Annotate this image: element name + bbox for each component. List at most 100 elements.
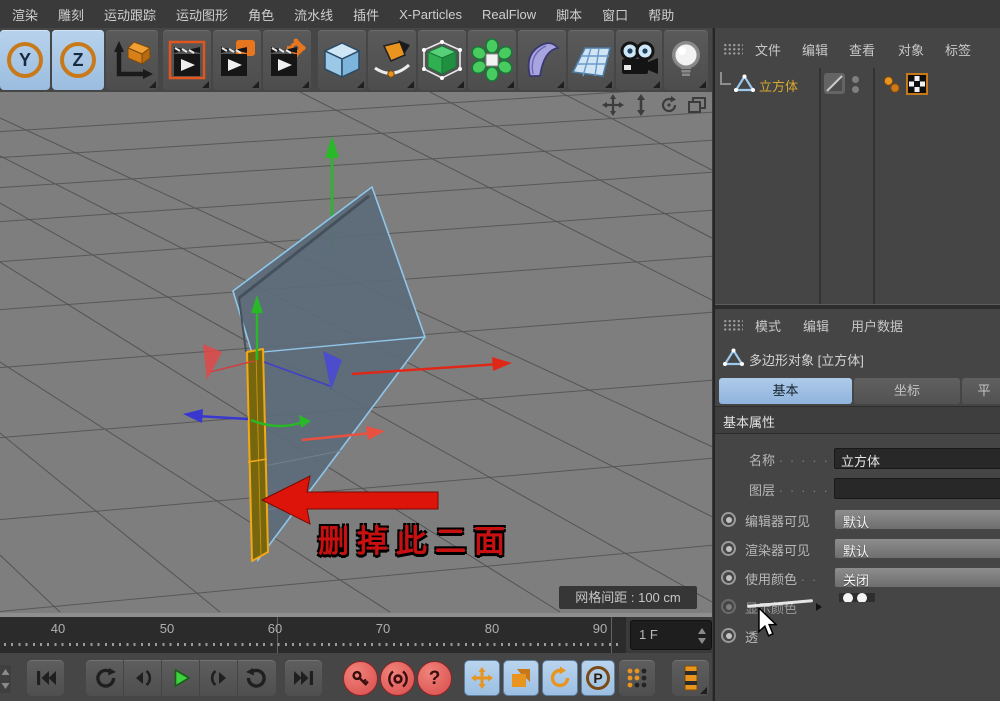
light-button[interactable] bbox=[664, 30, 708, 90]
next-key-button[interactable] bbox=[238, 660, 276, 696]
autokeying-button[interactable] bbox=[380, 661, 415, 696]
frame-spinner[interactable] bbox=[698, 627, 707, 645]
use-color-dropdown[interactable]: 关闭 bbox=[834, 567, 1000, 588]
menu-mograph[interactable]: 运动图形 bbox=[166, 5, 238, 24]
am-menu-mode[interactable]: 模式 bbox=[755, 316, 781, 335]
section-basic-properties[interactable]: 基本属性 bbox=[715, 406, 1000, 434]
deformer-button[interactable] bbox=[518, 30, 566, 90]
rotate-view-icon[interactable] bbox=[656, 94, 681, 116]
record-keyframes-button[interactable] bbox=[343, 661, 378, 696]
menu-sculpt[interactable]: 雕刻 bbox=[48, 5, 94, 24]
menu-render[interactable]: 渲染 bbox=[2, 5, 48, 24]
om-menu-edit[interactable]: 编辑 bbox=[802, 40, 828, 59]
layer-input[interactable] bbox=[834, 478, 1000, 499]
om-grip-icon[interactable] bbox=[723, 43, 743, 56]
menu-plugins[interactable]: 插件 bbox=[343, 5, 389, 24]
viewport-canvas[interactable]: 删掉此二面 网格间距 : 100 cm bbox=[0, 92, 712, 613]
camera-button[interactable] bbox=[616, 30, 662, 90]
panel-splitter[interactable] bbox=[715, 304, 1000, 309]
pan-view-icon[interactable] bbox=[600, 94, 625, 116]
menu-pipeline[interactable]: 流水线 bbox=[284, 5, 343, 24]
zoom-view-icon[interactable] bbox=[628, 94, 653, 116]
current-frame-field[interactable]: 1 F bbox=[630, 620, 712, 650]
playback-group bbox=[86, 660, 276, 696]
primitive-cube-button[interactable] bbox=[318, 30, 366, 90]
phong-tag-icon[interactable] bbox=[906, 73, 928, 95]
menu-xparticles[interactable]: X-Particles bbox=[389, 7, 472, 22]
menu-realflow[interactable]: RealFlow bbox=[472, 7, 546, 22]
name-input[interactable]: 立方体 bbox=[834, 448, 1000, 469]
menu-script[interactable]: 脚本 bbox=[546, 5, 592, 24]
axis-z-icon: Z bbox=[60, 42, 96, 78]
frame-label: 70 bbox=[376, 621, 390, 636]
am-menu-edit[interactable]: 编辑 bbox=[803, 316, 829, 335]
floor-button[interactable] bbox=[568, 30, 614, 90]
frame-label: 90 bbox=[593, 621, 607, 636]
goto-start-button[interactable] bbox=[27, 660, 64, 696]
render-view-button[interactable] bbox=[163, 30, 211, 90]
renderer-visibility-dropdown[interactable]: 默认 bbox=[834, 538, 1000, 559]
goto-end-button[interactable] bbox=[285, 660, 322, 696]
am-grip-icon[interactable] bbox=[723, 319, 743, 332]
selection-tag-icon[interactable] bbox=[881, 73, 903, 95]
frame-label: 50 bbox=[160, 621, 174, 636]
mograph-button[interactable] bbox=[468, 30, 516, 90]
help-button[interactable]: ? bbox=[417, 661, 452, 696]
play-button[interactable] bbox=[162, 660, 200, 696]
axis-y-lock-button[interactable]: Y bbox=[0, 30, 50, 90]
coordinate-system-button[interactable] bbox=[106, 30, 158, 90]
subdivision-surface-button[interactable] bbox=[418, 30, 466, 90]
editor-visibility-toggle[interactable] bbox=[721, 512, 736, 527]
timeline-spinner[interactable] bbox=[0, 665, 11, 693]
field-renderer-visibility: 渲染器可见 默认 bbox=[715, 537, 1000, 561]
am-menu-userdata[interactable]: 用户数据 bbox=[851, 316, 903, 335]
render-settings-button[interactable] bbox=[263, 30, 311, 90]
renderer-visibility-toggle[interactable] bbox=[721, 541, 736, 556]
render-visibility-dot[interactable] bbox=[852, 86, 859, 93]
record-scale-button[interactable] bbox=[503, 660, 539, 696]
previous-key-button[interactable] bbox=[86, 660, 124, 696]
render-picture-viewer-icon bbox=[216, 38, 258, 82]
transparency-toggle[interactable] bbox=[721, 628, 736, 643]
menu-character[interactable]: 角色 bbox=[238, 5, 284, 24]
display-color-toggle[interactable] bbox=[721, 599, 736, 614]
om-menu-file[interactable]: 文件 bbox=[755, 40, 781, 59]
om-menu-object[interactable]: 对象 bbox=[898, 40, 924, 59]
menu-window[interactable]: 窗口 bbox=[592, 5, 638, 24]
main-menubar: 渲染 雕刻 运动跟踪 运动图形 角色 流水线 插件 X-Particles Re… bbox=[0, 0, 1000, 28]
om-menu-tags[interactable]: 标签 bbox=[945, 40, 971, 59]
editor-visibility-dropdown[interactable]: 默认 bbox=[834, 509, 1000, 530]
record-position-button[interactable] bbox=[464, 660, 500, 696]
layer-swatch-icon[interactable] bbox=[823, 72, 846, 95]
object-row[interactable]: 立方体 bbox=[715, 70, 1000, 98]
tab-coordinates[interactable]: 坐标 bbox=[854, 378, 960, 404]
point-level-animation-button[interactable] bbox=[619, 660, 655, 696]
use-color-toggle[interactable] bbox=[721, 570, 736, 585]
tab-basic[interactable]: 基本 bbox=[719, 378, 852, 404]
keyframe-selection-button[interactable] bbox=[672, 660, 709, 696]
frame-marker[interactable] bbox=[277, 617, 278, 653]
menu-help[interactable]: 帮助 bbox=[638, 5, 684, 24]
frame-label: 40 bbox=[51, 621, 65, 636]
rotate-icon bbox=[548, 666, 572, 690]
om-menu-view[interactable]: 查看 bbox=[849, 40, 875, 59]
tab-phong[interactable]: 平 bbox=[962, 378, 1000, 404]
record-rotation-button[interactable] bbox=[542, 660, 578, 696]
display-color-partial-swatch[interactable] bbox=[839, 589, 875, 602]
record-parameter-button[interactable]: P bbox=[581, 660, 615, 696]
display-color-arrow[interactable] bbox=[816, 603, 822, 611]
axis-z-lock-button[interactable]: Z bbox=[52, 30, 104, 90]
toggle-layout-icon[interactable] bbox=[684, 94, 709, 116]
editor-visibility-dot[interactable] bbox=[852, 76, 859, 83]
axis-y-icon: Y bbox=[7, 42, 43, 78]
render-picture-viewer-button[interactable] bbox=[213, 30, 261, 90]
object-name[interactable]: 立方体 bbox=[759, 76, 798, 95]
timeline-ruler[interactable]: 40 50 60 70 80 90 bbox=[0, 617, 626, 653]
mouse-cursor bbox=[757, 608, 777, 638]
playhead[interactable] bbox=[611, 617, 612, 653]
previous-frame-button[interactable] bbox=[124, 660, 162, 696]
am-title: 多边形对象 [立方体] bbox=[749, 350, 864, 369]
menu-motion-tracker[interactable]: 运动跟踪 bbox=[94, 5, 166, 24]
spline-pen-button[interactable] bbox=[368, 30, 416, 90]
next-frame-button[interactable] bbox=[200, 660, 238, 696]
